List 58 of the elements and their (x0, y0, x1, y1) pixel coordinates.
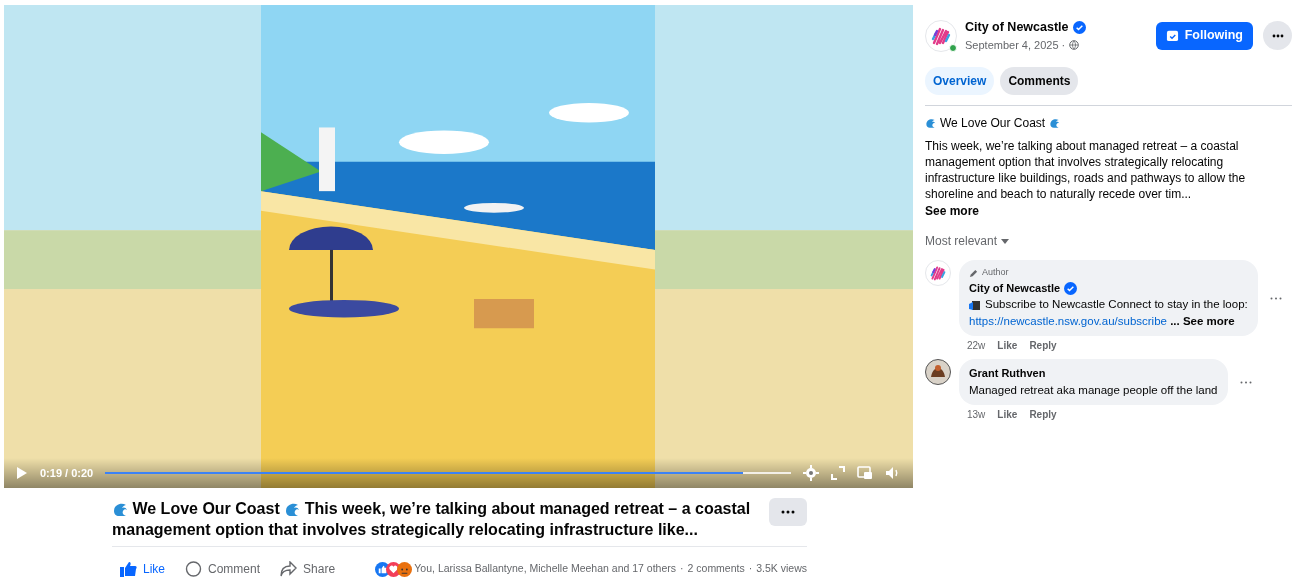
wave-icon (112, 501, 128, 518)
comment-author[interactable]: Grant Ruthven (969, 365, 1046, 382)
user-avatar[interactable] (925, 359, 951, 386)
see-more-link[interactable]: ... See more (1170, 315, 1235, 328)
comment-author[interactable]: City of Newcastle (969, 279, 1061, 297)
comment-button[interactable]: Comment (185, 560, 261, 578)
newspaper-icon (969, 299, 981, 311)
post-caption: We Love Our Coast This week, we’re talking about managed retreat – a coastal management option that involves strategically relocating infrastructure like... (112, 499, 752, 540)
ellipsis-icon[interactable] (1269, 296, 1282, 300)
wave-icon (1049, 117, 1061, 129)
share-button[interactable]: Share (280, 560, 336, 578)
settings-icon[interactable] (803, 465, 819, 481)
page-logo-avatar[interactable] (925, 19, 957, 52)
like-link[interactable]: Like (997, 338, 1018, 354)
page-name[interactable]: City of Newcastle (965, 18, 1069, 37)
tab[interactable]: Comments (1000, 67, 1079, 96)
reply-link[interactable]: Reply (1029, 406, 1057, 422)
thumbs-up-icon (120, 561, 137, 577)
angry-reaction-icon (397, 561, 413, 577)
author-label: Author (969, 266, 1248, 280)
wave-icon (284, 501, 301, 518)
reply-link[interactable]: Reply (1029, 338, 1057, 354)
comment-text: Managed retreat aka manage people off the land (969, 382, 1218, 398)
comment-time[interactable]: 13w (967, 406, 986, 422)
ellipsis-icon[interactable] (1239, 380, 1252, 384)
share-arrow-icon (280, 561, 298, 577)
speech-bubble-icon (185, 561, 202, 577)
more-options-button[interactable] (1263, 21, 1292, 51)
ellipsis-icon (1271, 33, 1284, 38)
calendar-check-icon (1165, 29, 1179, 43)
comment-text: Subscribe to Newcastle Connect to stay in the loop: https://newcastle.nsw.gov.au/subscribe ... See more (969, 297, 1248, 330)
ellipsis-icon (781, 510, 795, 514)
description-heading: We Love Our Coast (940, 115, 1046, 133)
sort-dropdown[interactable]: Most relevant (925, 232, 1010, 251)
wave-icon (925, 117, 936, 129)
video-time: 0:19 / 0:20 (40, 465, 94, 481)
globe-icon (1069, 40, 1080, 50)
page-logo-avatar[interactable] (925, 260, 951, 287)
picture-in-picture-icon[interactable] (857, 466, 873, 480)
fullscreen-icon[interactable] (831, 466, 845, 480)
like-button[interactable]: Like (120, 560, 165, 578)
see-more-link[interactable]: See more (925, 202, 980, 221)
pencil-icon (969, 268, 978, 278)
description-text: This week, we’re talking about managed retreat – a coastal management option that involves strategically relocating infrastructure like buildings, roads and pathways to allow the shoreline and beach to naturally recede over tim... (925, 138, 1247, 203)
comments-count[interactable]: 2 comments (687, 561, 745, 577)
more-options-button[interactable] (769, 498, 807, 526)
following-button[interactable]: Following (1155, 21, 1253, 50)
separator-dot: · (748, 561, 753, 577)
play-icon[interactable] (16, 466, 28, 480)
tab[interactable]: Overview (925, 67, 995, 96)
subscribe-link[interactable]: https://newcastle.nsw.gov.au/subscribe (969, 315, 1167, 328)
post-date[interactable]: September 4, 2025 · (965, 36, 1066, 54)
separator-dot: · (680, 561, 684, 577)
caret-icon (1001, 238, 1010, 244)
reactions-summary[interactable]: You, Larissa Ballantyne, Michelle Meehan and 17 others (414, 561, 677, 577)
like-link[interactable]: Like (997, 406, 1018, 422)
views-count: 3.5K views (756, 561, 807, 577)
comment-time[interactable]: 22w (967, 338, 986, 354)
